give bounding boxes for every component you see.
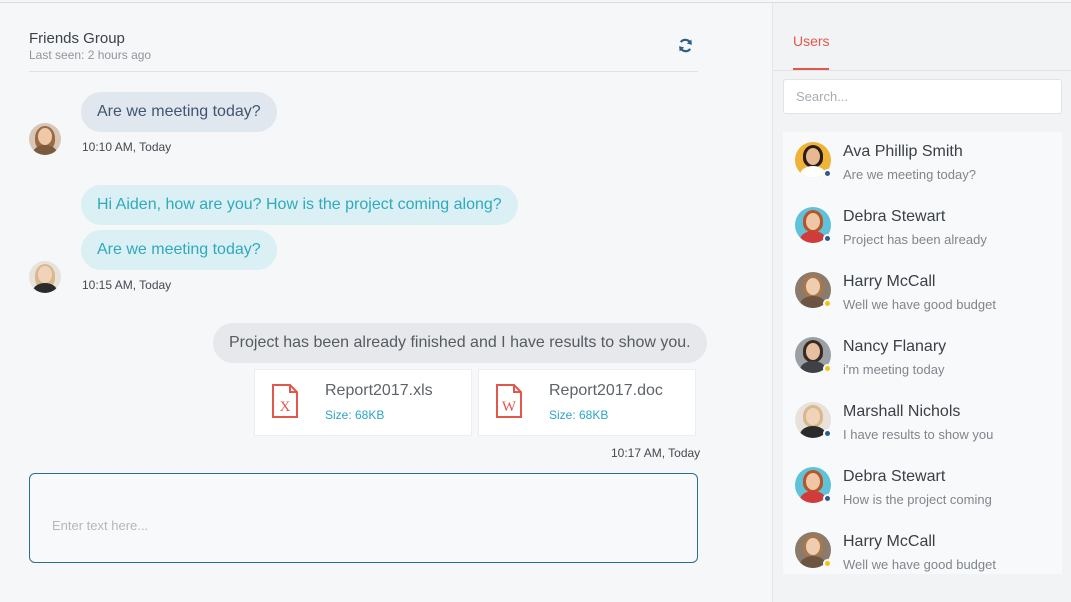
excel-file-icon: X	[272, 384, 298, 418]
user-name: Debra Stewart	[843, 468, 946, 485]
user-name: Nancy Flanary	[843, 338, 947, 355]
user-last-message: I have results to show you	[843, 427, 994, 442]
chat-title: Friends Group	[29, 30, 125, 47]
user-last-message: i'm meeting today	[843, 362, 945, 377]
svg-text:W: W	[502, 399, 517, 415]
user-last-message: Well we have good budget	[843, 297, 996, 312]
online-status-dot	[823, 169, 832, 178]
file-attachment[interactable]: W Report2017.doc Size: 68KB	[478, 369, 696, 436]
divider	[773, 70, 1071, 71]
online-status-dot	[823, 494, 832, 503]
avatar	[29, 261, 61, 293]
message-composer	[29, 473, 698, 563]
refresh-icon[interactable]	[677, 37, 694, 54]
user-list-item[interactable]: Ava Phillip Smith Are we meeting today?	[783, 132, 1062, 192]
file-size: Size: 68KB	[325, 408, 385, 422]
user-last-message: How is the project coming	[843, 492, 992, 507]
chat-header: Friends Group Last seen: 2 hours ago	[29, 29, 698, 72]
chat-panel: Friends Group Last seen: 2 hours ago Are…	[0, 3, 772, 602]
file-name: Report2017.xls	[325, 382, 433, 399]
message-bubble: Project has been already finished and I …	[213, 323, 707, 363]
online-status-dot	[823, 429, 832, 438]
user-name: Ava Phillip Smith	[843, 143, 963, 160]
user-list-item[interactable]: Harry McCall Well we have good budget	[783, 522, 1062, 574]
online-status-dot	[823, 234, 832, 243]
message-bubble: Are we meeting today?	[81, 230, 277, 270]
user-list-item[interactable]: Marshall Nichols I have results to show …	[783, 392, 1062, 452]
avatar	[29, 123, 61, 155]
message-bubble: Hi Aiden, how are you? How is the projec…	[81, 185, 518, 225]
users-panel: Users Ava Phillip Smith Are we meeting t…	[772, 3, 1071, 602]
file-attachment[interactable]: X Report2017.xls Size: 68KB	[254, 369, 472, 436]
word-file-icon: W	[496, 384, 522, 418]
user-name: Debra Stewart	[843, 208, 946, 225]
message-input[interactable]	[30, 474, 697, 562]
tab-users[interactable]: Users	[793, 33, 830, 49]
away-status-dot	[823, 299, 832, 308]
file-size: Size: 68KB	[549, 408, 609, 422]
message-time: 10:10 AM, Today	[82, 140, 172, 154]
user-last-message: Well we have good budget	[843, 557, 996, 572]
user-list-item[interactable]: Nancy Flanary i'm meeting today	[783, 327, 1062, 387]
user-list-item[interactable]: Debra Stewart Project has been already	[783, 197, 1062, 257]
search-input[interactable]	[783, 79, 1062, 114]
user-name: Marshall Nichols	[843, 403, 961, 420]
user-name: Harry McCall	[843, 273, 936, 290]
message-time: 10:15 AM, Today	[82, 278, 172, 292]
message-time: 10:17 AM, Today	[611, 446, 701, 460]
user-last-message: Are we meeting today?	[843, 167, 976, 182]
away-status-dot	[823, 364, 832, 373]
away-status-dot	[823, 559, 832, 568]
user-list-item[interactable]: Harry McCall Well we have good budget	[783, 262, 1062, 322]
user-name: Harry McCall	[843, 533, 936, 550]
user-list-item[interactable]: Debra Stewart How is the project coming	[783, 457, 1062, 517]
chat-last-seen: Last seen: 2 hours ago	[29, 48, 152, 62]
file-name: Report2017.doc	[549, 382, 663, 399]
svg-text:X: X	[280, 399, 291, 415]
user-list: Ava Phillip Smith Are we meeting today? …	[783, 132, 1062, 574]
user-last-message: Project has been already	[843, 232, 987, 247]
message-bubble: Are we meeting today?	[81, 92, 277, 132]
